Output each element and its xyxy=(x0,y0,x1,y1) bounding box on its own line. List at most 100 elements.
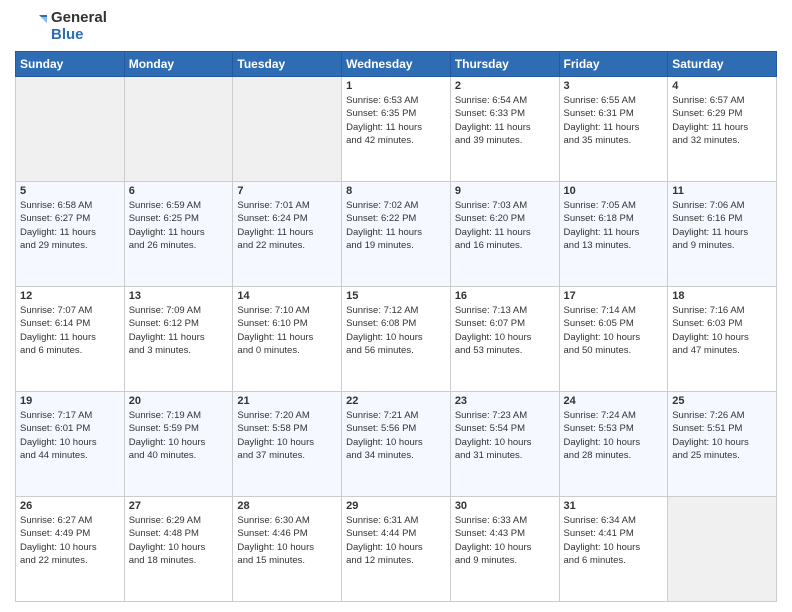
day-info: Sunrise: 7:02 AM Sunset: 6:22 PM Dayligh… xyxy=(346,199,446,252)
header: General Blue xyxy=(15,10,777,43)
day-info: Sunrise: 6:58 AM Sunset: 6:27 PM Dayligh… xyxy=(20,199,120,252)
calendar-cell: 8 Sunrise: 7:02 AM Sunset: 6:22 PM Daylig… xyxy=(342,182,451,287)
day-info: Sunrise: 7:01 AM Sunset: 6:24 PM Dayligh… xyxy=(237,199,337,252)
day-number: 23 xyxy=(455,395,555,407)
calendar-cell: 15Sunrise: 7:12 AM Sunset: 6:08 PM Dayli… xyxy=(342,287,451,392)
calendar-cell: 21Sunrise: 7:20 AM Sunset: 5:58 PM Dayli… xyxy=(233,392,342,497)
day-number: 25 xyxy=(672,395,772,407)
weekday-header: Sunday xyxy=(16,52,125,77)
day-number: 30 xyxy=(455,500,555,512)
day-number: 11 xyxy=(672,185,772,197)
day-info: Sunrise: 6:27 AM Sunset: 4:49 PM Dayligh… xyxy=(20,514,120,567)
day-number: 12 xyxy=(20,290,120,302)
day-info: Sunrise: 7:07 AM Sunset: 6:14 PM Dayligh… xyxy=(20,304,120,357)
calendar-cell: 22Sunrise: 7:21 AM Sunset: 5:56 PM Dayli… xyxy=(342,392,451,497)
weekday-header-row: SundayMondayTuesdayWednesdayThursdayFrid… xyxy=(16,52,777,77)
day-info: Sunrise: 6:33 AM Sunset: 4:43 PM Dayligh… xyxy=(455,514,555,567)
calendar-cell: 28 Sunrise: 6:30 AM Sunset: 4:46 PM Dayli… xyxy=(233,497,342,602)
day-info: Sunrise: 6:31 AM Sunset: 4:44 PM Dayligh… xyxy=(346,514,446,567)
weekday-header: Saturday xyxy=(668,52,777,77)
day-number: 5 xyxy=(20,185,120,197)
calendar-cell: 27 Sunrise: 6:29 AM Sunset: 4:48 PM Dayli… xyxy=(124,497,233,602)
day-info: Sunrise: 7:09 AM Sunset: 6:12 PM Dayligh… xyxy=(129,304,229,357)
calendar-cell: 14Sunrise: 7:10 AM Sunset: 6:10 PM Dayli… xyxy=(233,287,342,392)
calendar-cell: 17Sunrise: 7:14 AM Sunset: 6:05 PM Dayli… xyxy=(559,287,668,392)
day-number: 16 xyxy=(455,290,555,302)
day-number: 29 xyxy=(346,500,446,512)
day-info: Sunrise: 6:57 AM Sunset: 6:29 PM Dayligh… xyxy=(672,94,772,147)
day-info: Sunrise: 7:12 AM Sunset: 6:08 PM Dayligh… xyxy=(346,304,446,357)
calendar-cell: 19 Sunrise: 7:17 AM Sunset: 6:01 PM Dayli… xyxy=(16,392,125,497)
calendar-cell: 31Sunrise: 6:34 AM Sunset: 4:41 PM Dayli… xyxy=(559,497,668,602)
day-info: Sunrise: 6:34 AM Sunset: 4:41 PM Dayligh… xyxy=(564,514,664,567)
calendar-cell xyxy=(124,77,233,182)
calendar-cell: 2 Sunrise: 6:54 AM Sunset: 6:33 PM Daylig… xyxy=(450,77,559,182)
calendar-cell xyxy=(233,77,342,182)
day-number: 19 xyxy=(20,395,120,407)
calendar-cell xyxy=(16,77,125,182)
calendar-cell: 6 Sunrise: 6:59 AM Sunset: 6:25 PM Daylig… xyxy=(124,182,233,287)
day-number: 3 xyxy=(564,80,664,92)
calendar-cell: 10Sunrise: 7:05 AM Sunset: 6:18 PM Dayli… xyxy=(559,182,668,287)
day-info: Sunrise: 7:19 AM Sunset: 5:59 PM Dayligh… xyxy=(129,409,229,462)
logo-blue: Blue xyxy=(51,27,107,44)
weekday-header: Monday xyxy=(124,52,233,77)
calendar-cell: 23 Sunrise: 7:23 AM Sunset: 5:54 PM Dayli… xyxy=(450,392,559,497)
day-number: 13 xyxy=(129,290,229,302)
day-number: 1 xyxy=(346,80,446,92)
calendar-cell: 24 Sunrise: 7:24 AM Sunset: 5:53 PM Dayli… xyxy=(559,392,668,497)
logo-text: General Blue xyxy=(51,10,107,43)
day-number: 18 xyxy=(672,290,772,302)
logo: General Blue xyxy=(15,10,107,43)
calendar-cell: 1 Sunrise: 6:53 AM Sunset: 6:35 PM Daylig… xyxy=(342,77,451,182)
day-info: Sunrise: 6:55 AM Sunset: 6:31 PM Dayligh… xyxy=(564,94,664,147)
day-info: Sunrise: 6:59 AM Sunset: 6:25 PM Dayligh… xyxy=(129,199,229,252)
calendar-week-row: 1 Sunrise: 6:53 AM Sunset: 6:35 PM Daylig… xyxy=(16,77,777,182)
day-info: Sunrise: 6:29 AM Sunset: 4:48 PM Dayligh… xyxy=(129,514,229,567)
calendar-cell: 20 Sunrise: 7:19 AM Sunset: 5:59 PM Dayli… xyxy=(124,392,233,497)
weekday-header: Wednesday xyxy=(342,52,451,77)
day-info: Sunrise: 7:16 AM Sunset: 6:03 PM Dayligh… xyxy=(672,304,772,357)
weekday-header: Thursday xyxy=(450,52,559,77)
logo-svg xyxy=(15,11,47,43)
calendar-cell: 5 Sunrise: 6:58 AM Sunset: 6:27 PM Daylig… xyxy=(16,182,125,287)
calendar-cell: 9 Sunrise: 7:03 AM Sunset: 6:20 PM Daylig… xyxy=(450,182,559,287)
day-info: Sunrise: 7:23 AM Sunset: 5:54 PM Dayligh… xyxy=(455,409,555,462)
day-number: 4 xyxy=(672,80,772,92)
day-number: 28 xyxy=(237,500,337,512)
calendar-week-row: 5 Sunrise: 6:58 AM Sunset: 6:27 PM Daylig… xyxy=(16,182,777,287)
calendar-cell: 26Sunrise: 6:27 AM Sunset: 4:49 PM Dayli… xyxy=(16,497,125,602)
day-number: 2 xyxy=(455,80,555,92)
calendar-cell: 30 Sunrise: 6:33 AM Sunset: 4:43 PM Dayli… xyxy=(450,497,559,602)
calendar-week-row: 26Sunrise: 6:27 AM Sunset: 4:49 PM Dayli… xyxy=(16,497,777,602)
calendar-table: SundayMondayTuesdayWednesdayThursdayFrid… xyxy=(15,51,777,602)
day-number: 21 xyxy=(237,395,337,407)
calendar-week-row: 19 Sunrise: 7:17 AM Sunset: 6:01 PM Dayli… xyxy=(16,392,777,497)
day-info: Sunrise: 6:53 AM Sunset: 6:35 PM Dayligh… xyxy=(346,94,446,147)
day-info: Sunrise: 7:03 AM Sunset: 6:20 PM Dayligh… xyxy=(455,199,555,252)
day-number: 27 xyxy=(129,500,229,512)
calendar-cell: 25Sunrise: 7:26 AM Sunset: 5:51 PM Dayli… xyxy=(668,392,777,497)
calendar-cell: 16Sunrise: 7:13 AM Sunset: 6:07 PM Dayli… xyxy=(450,287,559,392)
day-info: Sunrise: 7:17 AM Sunset: 6:01 PM Dayligh… xyxy=(20,409,120,462)
day-number: 8 xyxy=(346,185,446,197)
weekday-header: Tuesday xyxy=(233,52,342,77)
day-number: 9 xyxy=(455,185,555,197)
day-info: Sunrise: 6:30 AM Sunset: 4:46 PM Dayligh… xyxy=(237,514,337,567)
calendar-cell: 29 Sunrise: 6:31 AM Sunset: 4:44 PM Dayli… xyxy=(342,497,451,602)
weekday-header: Friday xyxy=(559,52,668,77)
calendar-cell: 7Sunrise: 7:01 AM Sunset: 6:24 PM Daylig… xyxy=(233,182,342,287)
day-number: 24 xyxy=(564,395,664,407)
calendar-week-row: 12 Sunrise: 7:07 AM Sunset: 6:14 PM Dayli… xyxy=(16,287,777,392)
day-number: 14 xyxy=(237,290,337,302)
calendar-cell: 3 Sunrise: 6:55 AM Sunset: 6:31 PM Daylig… xyxy=(559,77,668,182)
day-number: 10 xyxy=(564,185,664,197)
day-info: Sunrise: 7:24 AM Sunset: 5:53 PM Dayligh… xyxy=(564,409,664,462)
day-number: 22 xyxy=(346,395,446,407)
day-number: 6 xyxy=(129,185,229,197)
calendar-cell: 11Sunrise: 7:06 AM Sunset: 6:16 PM Dayli… xyxy=(668,182,777,287)
calendar-cell: 12 Sunrise: 7:07 AM Sunset: 6:14 PM Dayli… xyxy=(16,287,125,392)
day-info: Sunrise: 6:54 AM Sunset: 6:33 PM Dayligh… xyxy=(455,94,555,147)
page: General Blue SundayMondayTuesdayWednesda… xyxy=(0,0,792,612)
day-number: 20 xyxy=(129,395,229,407)
